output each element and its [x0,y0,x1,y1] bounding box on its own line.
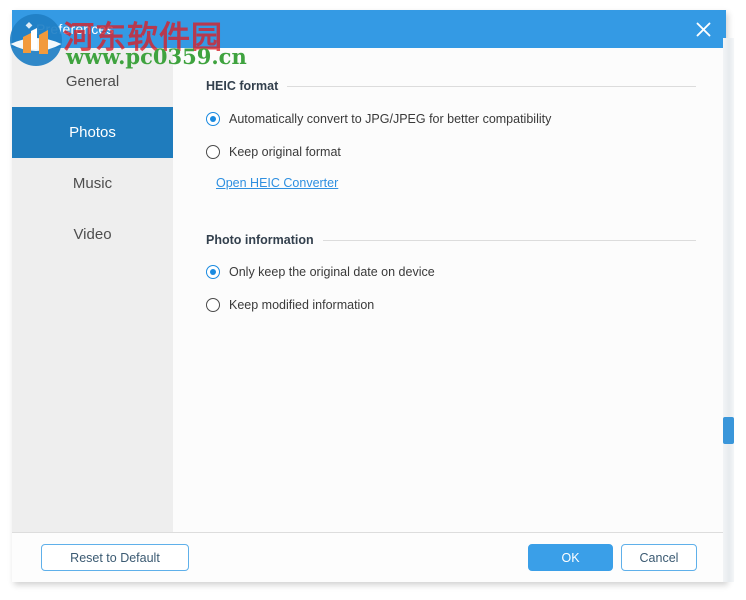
sidebar-item-general[interactable]: General [12,56,173,107]
preferences-window: Preferences General Photos Music Video H… [12,10,726,582]
section-heic-format: HEIC format [206,78,696,94]
section-divider [322,239,696,241]
sidebar-item-music[interactable]: Music [12,158,173,209]
screenshot-root: Preferences General Photos Music Video H… [0,0,746,600]
section-header: HEIC format [206,78,696,94]
reset-to-default-button[interactable]: Reset to Default [41,544,189,571]
radio-label: Only keep the original date on device [229,265,435,279]
sidebar-item-label: Music [72,175,113,192]
sidebar-item-label: General [65,73,120,90]
radio-selected-icon [206,265,220,279]
radio-auto-convert-jpg[interactable]: Automatically convert to JPG/JPEG for be… [206,112,551,126]
dialog-footer: Reset to Default OK Cancel [12,532,726,582]
section-title: Photo information [206,233,314,247]
radio-selected-icon [206,112,220,126]
radio-keep-modified-information[interactable]: Keep modified information [206,298,374,312]
radio-unselected-icon [206,145,220,159]
radio-label: Automatically convert to JPG/JPEG for be… [229,112,552,126]
page-scrollbar-track[interactable] [723,38,734,582]
section-photo-information: Photo information [206,232,696,248]
radio-keep-original-format[interactable]: Keep original format [206,145,341,159]
close-icon[interactable] [680,10,726,48]
sidebar-item-label: Video [73,226,112,243]
window-title: Preferences [36,21,114,37]
radio-label: Keep original format [229,145,341,159]
settings-pane: HEIC format Automatically convert to JPG… [173,48,726,532]
sidebar: General Photos Music Video [12,48,173,532]
section-divider [287,85,696,87]
ok-button[interactable]: OK [528,544,613,571]
page-scrollbar-thumb[interactable] [723,417,734,444]
section-title: HEIC format [206,79,279,93]
window-body: General Photos Music Video HEIC format A… [12,48,726,532]
cancel-button[interactable]: Cancel [621,544,697,571]
sidebar-item-label: Photos [69,124,116,141]
radio-unselected-icon [206,298,220,312]
radio-label: Keep modified information [229,298,375,312]
open-heic-converter-link[interactable]: Open HEIC Converter [216,176,338,190]
title-bar: Preferences [12,10,726,48]
radio-only-keep-original-date[interactable]: Only keep the original date on device [206,265,435,279]
section-header: Photo information [206,232,696,248]
sidebar-item-photos[interactable]: Photos [12,107,173,158]
sidebar-item-video[interactable]: Video [12,209,173,260]
